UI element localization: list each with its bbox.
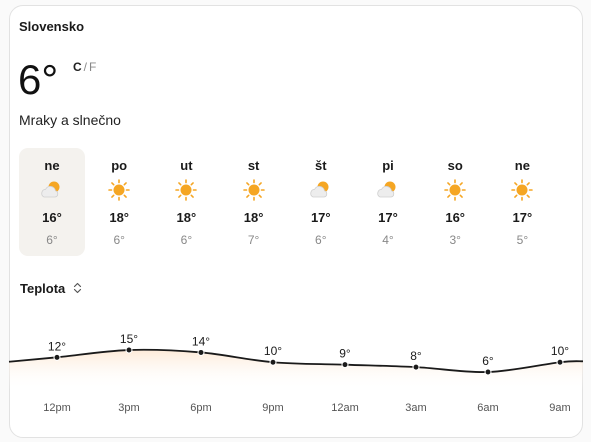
temperature-point[interactable] bbox=[269, 358, 277, 366]
temperature-chart: 12° 12pm 15° 3pm 14° 6pm 10° 9pm 9° 12am 8° 3am 6° 6a… bbox=[8, 332, 584, 414]
metric-label: Teplota bbox=[20, 281, 66, 296]
time-tick-label: 9am bbox=[549, 402, 570, 414]
time-tick-label: 3am bbox=[405, 402, 426, 414]
temperature-value-label: 12° bbox=[48, 339, 66, 353]
day-forecast[interactable]: ne 16° 6° bbox=[19, 148, 85, 256]
time-tick-label: 12am bbox=[331, 402, 359, 414]
day-high-temp: 16° bbox=[42, 210, 62, 225]
day-forecast[interactable]: st 18° 7° bbox=[221, 148, 287, 256]
temperature-value-label: 10° bbox=[264, 344, 282, 358]
day-high-temp: 18° bbox=[176, 210, 197, 225]
temperature-value-label: 15° bbox=[120, 332, 138, 346]
day-name: so bbox=[447, 158, 463, 173]
temperature-point[interactable] bbox=[53, 353, 61, 361]
partly-sunny-icon bbox=[40, 178, 64, 202]
temperature-value-label: 14° bbox=[192, 334, 210, 348]
chevron-up-down-icon bbox=[73, 282, 82, 297]
day-low-temp: 4° bbox=[382, 233, 394, 247]
day-low-temp: 5° bbox=[516, 233, 529, 247]
temperature-value-label: 8° bbox=[410, 349, 422, 363]
sunny-icon bbox=[107, 178, 131, 202]
temperature-point[interactable] bbox=[556, 358, 564, 366]
time-tick-label: 3pm bbox=[118, 402, 139, 414]
day-forecast[interactable]: št 17° 6° bbox=[288, 148, 354, 256]
day-name: ne bbox=[44, 158, 60, 173]
day-low-temp: 6° bbox=[113, 233, 125, 247]
time-tick-label: 12pm bbox=[43, 402, 71, 414]
day-forecast[interactable]: pi 17° 4° bbox=[355, 148, 421, 256]
day-name: št bbox=[315, 158, 327, 173]
temperature-point[interactable] bbox=[412, 363, 420, 371]
temperature-point[interactable] bbox=[197, 348, 205, 356]
partly-sunny-icon bbox=[309, 178, 333, 202]
day-low-temp: 6° bbox=[46, 233, 58, 247]
partly-sunny-icon bbox=[376, 178, 400, 202]
sunny-icon bbox=[242, 178, 266, 202]
unit-toggle: C / F bbox=[73, 60, 96, 74]
temperature-value-label: 9° bbox=[339, 347, 351, 361]
day-name: ut bbox=[180, 158, 193, 173]
day-low-temp: 6° bbox=[315, 233, 327, 247]
day-name: po bbox=[111, 158, 128, 173]
current-temperature: 6° bbox=[18, 56, 59, 103]
day-forecast[interactable]: ne 17° 5° bbox=[489, 148, 555, 256]
location-name: Slovensko bbox=[19, 19, 85, 34]
fahrenheit-toggle[interactable]: F bbox=[89, 60, 96, 74]
weather-condition: Mraky a slnečno bbox=[19, 112, 121, 128]
metric-selector[interactable]: Teplota bbox=[20, 281, 82, 297]
day-high-temp: 17° bbox=[310, 210, 331, 225]
day-high-temp: 18° bbox=[243, 210, 264, 225]
daily-forecast: ne 16° 6° po 18° 6° ut 18° 6° st 18° 7° št 17° 6° pi 17°… bbox=[19, 148, 559, 262]
temperature-value-label: 6° bbox=[482, 354, 494, 368]
day-high-temp: 16° bbox=[445, 210, 466, 225]
sunny-icon bbox=[510, 178, 534, 202]
time-tick-label: 6pm bbox=[190, 402, 211, 414]
day-forecast[interactable]: po 18° 6° bbox=[86, 148, 152, 256]
day-low-temp: 3° bbox=[449, 233, 461, 247]
temperature-point[interactable] bbox=[341, 361, 349, 369]
day-high-temp: 17° bbox=[512, 210, 533, 225]
day-name: st bbox=[247, 158, 260, 173]
celsius-toggle[interactable]: C bbox=[73, 60, 82, 74]
day-low-temp: 6° bbox=[180, 233, 193, 247]
day-low-temp: 7° bbox=[247, 233, 260, 247]
time-tick-label: 6am bbox=[477, 402, 498, 414]
day-forecast[interactable]: ut 18° 6° bbox=[153, 148, 219, 256]
day-name: pi bbox=[382, 158, 394, 173]
day-high-temp: 18° bbox=[109, 210, 130, 225]
temperature-point[interactable] bbox=[484, 368, 492, 376]
temperature-value-label: 10° bbox=[551, 344, 569, 358]
sunny-icon bbox=[174, 178, 198, 202]
sunny-icon bbox=[443, 178, 467, 202]
temperature-area bbox=[9, 349, 583, 390]
temperature-point[interactable] bbox=[125, 346, 133, 354]
day-high-temp: 17° bbox=[378, 210, 398, 225]
unit-separator: / bbox=[83, 60, 88, 74]
day-forecast[interactable]: so 16° 3° bbox=[422, 148, 488, 256]
time-tick-label: 9pm bbox=[262, 402, 283, 414]
day-name: ne bbox=[514, 158, 530, 173]
